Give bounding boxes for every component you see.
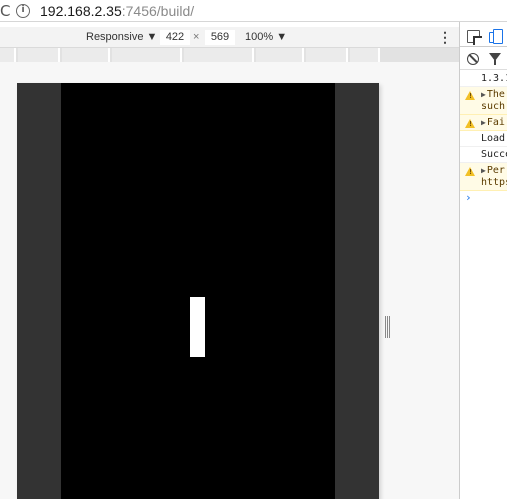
site-info-icon[interactable]: i <box>16 4 30 18</box>
inspect-element-icon[interactable] <box>467 30 480 43</box>
url-text[interactable]: 192.168.2.35:7456/build/ <box>40 2 194 20</box>
media-query-segment[interactable] <box>0 48 16 62</box>
media-query-bar[interactable] <box>0 48 459 62</box>
url-host: 192.168.2.35 <box>40 3 122 19</box>
viewport-resize-handle[interactable] <box>385 316 390 338</box>
console-message-text: Per <box>486 165 505 176</box>
console-log-line[interactable]: Load <box>460 131 507 147</box>
viewport-height-input[interactable]: 569 <box>205 30 235 45</box>
media-query-segment[interactable] <box>184 48 254 62</box>
console-message-text: https <box>481 177 507 188</box>
media-query-segment[interactable] <box>350 48 380 62</box>
prompt-chevron-icon: › <box>465 191 472 204</box>
console-message-text: such <box>481 101 506 112</box>
warning-icon <box>465 119 475 128</box>
zoom-select[interactable]: 100% ▼ <box>245 30 287 44</box>
media-query-segment[interactable] <box>256 48 304 62</box>
console-warning-line[interactable]: ▶The such <box>460 87 507 115</box>
more-options-icon[interactable]: ⋮ <box>438 29 452 45</box>
media-query-segment[interactable] <box>306 48 348 62</box>
console-warning-line[interactable]: ▶Per https <box>460 163 507 191</box>
address-bar[interactable]: C i 192.168.2.35:7456/build/ <box>0 0 507 22</box>
console-prompt[interactable]: › <box>460 191 507 205</box>
console-warning-line[interactable]: ▶Fai <box>460 115 507 131</box>
expand-arrow-icon[interactable]: ▶ <box>481 89 486 101</box>
console-message-text: 1.3.1 <box>481 73 507 84</box>
console-messages: 1.3.1 ▶The such ▶Fai Load Succe ▶Per htt… <box>460 71 507 205</box>
console-message-text: Fai <box>486 117 505 128</box>
devtools-panel: 1.3.1 ▶The such ▶Fai Load Succe ▶Per htt… <box>459 22 507 499</box>
devtools-toolbar <box>460 27 507 47</box>
console-message-text: Succe <box>481 149 507 160</box>
expand-arrow-icon[interactable]: ▶ <box>481 117 486 129</box>
viewport-area <box>0 62 459 499</box>
reload-icon[interactable]: C <box>0 1 14 21</box>
expand-arrow-icon[interactable]: ▶ <box>481 165 486 177</box>
warning-icon <box>465 167 475 176</box>
media-query-segment[interactable] <box>112 48 182 62</box>
console-log-line[interactable]: 1.3.1 <box>460 71 507 87</box>
dimension-separator: × <box>193 31 200 43</box>
console-message-text: Load <box>481 133 506 144</box>
url-path: :7456/build/ <box>121 3 195 19</box>
console-toolbar <box>460 48 507 70</box>
console-message-text: The <box>486 89 505 100</box>
console-log-line[interactable]: Succe <box>460 147 507 163</box>
device-select[interactable]: Responsive ▼ <box>86 30 157 44</box>
device-frame <box>17 83 379 499</box>
game-canvas[interactable] <box>61 83 335 499</box>
media-query-segment[interactable] <box>18 48 60 62</box>
clear-console-icon[interactable] <box>467 53 479 65</box>
media-query-segment[interactable] <box>62 48 110 62</box>
toggle-device-toolbar-icon[interactable] <box>489 29 503 44</box>
filter-icon[interactable] <box>489 53 501 65</box>
viewport-width-input[interactable]: 422 <box>160 30 190 45</box>
device-toolbar: Responsive ▼ 422 × 569 100% ▼ ⋮ <box>0 27 459 48</box>
warning-icon <box>465 91 475 100</box>
paddle <box>190 297 205 357</box>
